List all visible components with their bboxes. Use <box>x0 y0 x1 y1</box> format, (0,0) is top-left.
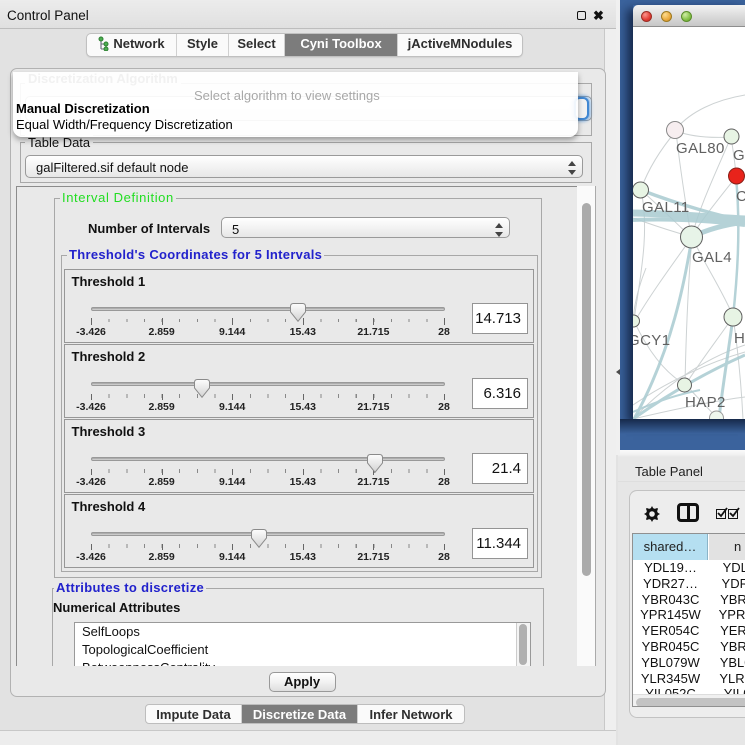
svg-text:GAL11: GAL11 <box>642 199 690 216</box>
svg-text:HAP2: HAP2 <box>685 394 726 411</box>
svg-text:H: H <box>734 330 745 347</box>
svg-text:GA: GA <box>733 147 745 164</box>
svg-text:GAL80: GAL80 <box>676 140 725 157</box>
svg-text:GCY1: GCY1 <box>633 332 670 349</box>
svg-text:CY: CY <box>736 188 745 205</box>
svg-text:GAL4: GAL4 <box>692 249 732 266</box>
